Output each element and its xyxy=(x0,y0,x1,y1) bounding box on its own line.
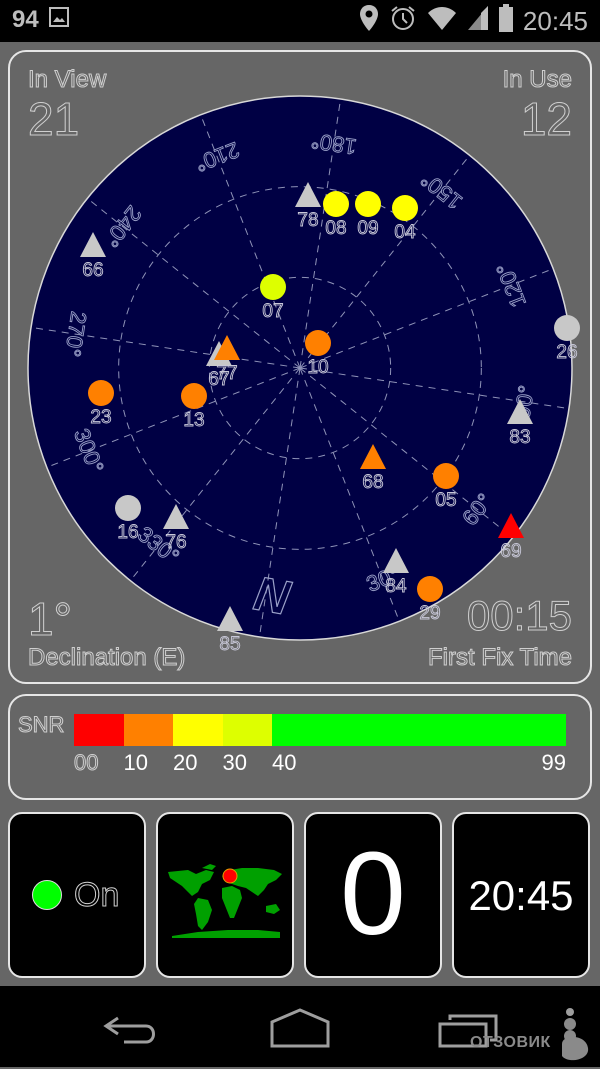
satellite-circle-marker xyxy=(323,191,349,217)
satellite-id-label: 68 xyxy=(362,472,383,493)
satellite-circle-marker xyxy=(355,191,381,217)
satellite-id-label: 26 xyxy=(556,342,577,363)
satellite-circle-marker xyxy=(260,274,286,300)
satellite-circle-marker xyxy=(88,380,114,406)
satellite-circle-marker xyxy=(115,495,141,521)
satellite-id-label: 84 xyxy=(385,576,407,597)
snr-tick-label: 20 xyxy=(173,750,198,775)
satellite-id-label: 66 xyxy=(82,260,103,281)
satellite-id-label: 08 xyxy=(325,218,346,239)
watermark: ОТЗОВИК xyxy=(470,1034,551,1051)
satellite-id-label: 83 xyxy=(509,427,530,448)
snr-ticks: 00 10 20 30 40 99 xyxy=(73,750,566,780)
satellite-id-label: 76 xyxy=(165,532,186,553)
satellite-id-label: 09 xyxy=(357,218,378,239)
satellite-id-label: 13 xyxy=(183,410,204,431)
satellite-circle-marker xyxy=(392,195,418,221)
gps-status-indicator xyxy=(32,880,62,910)
world-map-tile[interactable] xyxy=(156,812,294,978)
satellite-circle-marker xyxy=(305,330,331,356)
clock-tile[interactable]: 20:45 xyxy=(452,812,590,978)
satellite-id-label: 07 xyxy=(262,301,283,322)
satellite-id-label: 78 xyxy=(297,210,318,231)
snr-segment xyxy=(272,714,566,746)
world-map xyxy=(168,864,282,938)
snr-tick-label: 99 xyxy=(541,750,566,775)
satellite-id-label: 29 xyxy=(419,603,440,624)
satellite-id-label: 69 xyxy=(500,541,521,562)
snr-color-bar xyxy=(74,714,566,746)
satellite-circle-marker xyxy=(554,315,580,341)
snr-tick-label: 40 xyxy=(272,750,297,775)
sky-plot: 30°60°90°120°150°180°210°240°270°300°330… xyxy=(27,95,580,655)
home-button[interactable] xyxy=(266,1006,334,1050)
gps-status-label: On xyxy=(73,876,120,915)
snr-segment xyxy=(74,714,124,746)
satellite-id-label: 10 xyxy=(307,357,328,378)
snr-tick-label: 30 xyxy=(222,750,247,775)
speed-value: 0 xyxy=(340,828,406,960)
satellite-id-label: 04 xyxy=(394,222,416,243)
back-button[interactable] xyxy=(100,1008,164,1048)
snr-tick-label: 00 xyxy=(73,750,99,776)
snr-tick-label: 10 xyxy=(123,750,148,775)
snr-label: SNR xyxy=(17,712,65,738)
satellite-id-label: 05 xyxy=(435,490,456,511)
home-icon xyxy=(270,1008,330,1048)
watermark-mascot-icon xyxy=(558,1008,594,1069)
navigation-bar: ОТЗОВИК xyxy=(0,986,600,1067)
satellite-id-label: 23 xyxy=(90,407,111,428)
snr-legend-panel: SNR 00 10 20 30 40 99 xyxy=(8,694,592,800)
satellite-circle-marker xyxy=(181,383,207,409)
speed-tile[interactable]: 0 xyxy=(304,812,442,978)
satellite-circle-marker xyxy=(417,576,443,602)
snr-segment xyxy=(222,714,272,746)
clock-value: 20:45 xyxy=(468,872,574,919)
back-icon xyxy=(103,1016,155,1044)
satellite-id-label: 85 xyxy=(219,634,240,655)
satellite-circle-marker xyxy=(433,463,459,489)
gps-status-tile[interactable]: On xyxy=(8,812,146,978)
satellite-id-label: 77 xyxy=(216,363,237,384)
snr-segment xyxy=(173,714,223,746)
satellite-id-label: 16 xyxy=(117,522,138,543)
snr-segment xyxy=(123,714,173,746)
current-location-marker xyxy=(222,868,238,884)
